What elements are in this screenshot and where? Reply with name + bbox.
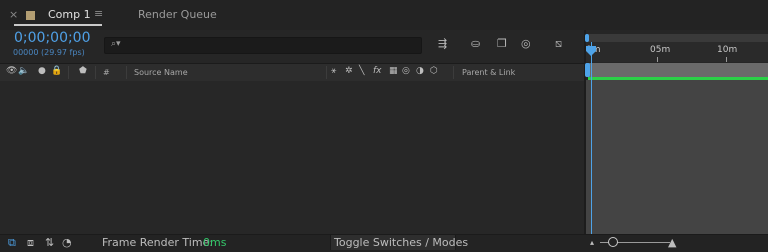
toggle-switches-modes-label: Toggle Switches / Modes <box>334 236 469 249</box>
current-time-indicator-line[interactable] <box>591 42 592 234</box>
zoom-out-icon[interactable]: ▴ <box>590 238 594 247</box>
motion-blur-icon[interactable]: ◎ <box>521 37 531 50</box>
search-icon: ⌕▾ <box>111 39 121 49</box>
quality-icon[interactable]: ╲ <box>359 66 364 76</box>
in-out-stretch-pane-icon[interactable]: ⇅ <box>45 236 54 249</box>
column-separator <box>126 66 127 79</box>
layer-number-header[interactable]: # <box>103 68 110 77</box>
frame-rate-label: 00000 (29.97 fps) <box>13 48 85 57</box>
toggle-switches-modes-button[interactable]: Toggle Switches / Modes <box>330 235 468 250</box>
frame-render-time-value: 0ms <box>203 236 227 249</box>
panel-menu-icon[interactable]: ≡ <box>94 7 103 20</box>
work-area-bar[interactable] <box>586 63 768 77</box>
video-visibility-icon[interactable]: 👁 <box>6 66 17 76</box>
source-name-header[interactable]: Source Name <box>134 68 188 77</box>
parent-link-header[interactable]: Parent & Link <box>462 68 515 77</box>
close-icon[interactable]: × <box>9 8 18 21</box>
render-time-pane-icon[interactable]: ◔ <box>62 236 72 249</box>
work-area-start-handle[interactable] <box>585 63 590 77</box>
panel-tab-bar <box>0 0 768 30</box>
layer-switches-pane-icon[interactable]: ⧉ <box>8 236 16 250</box>
layer-list[interactable] <box>0 81 584 234</box>
column-separator <box>453 66 454 79</box>
frame-blending-icon[interactable]: ❐ <box>497 37 507 50</box>
collapse-transform-icon[interactable]: ✲ <box>345 66 353 76</box>
tab-comp-1[interactable]: × Comp 1 ≡ <box>6 4 104 26</box>
tab-render-queue[interactable]: Render Queue <box>138 8 217 21</box>
lock-icon[interactable]: 🔒 <box>51 66 62 76</box>
column-separator <box>68 66 69 79</box>
shy-icon[interactable]: ⚹ <box>331 66 336 76</box>
time-ruler[interactable] <box>586 42 768 62</box>
frame-render-time-label: Frame Render Time: <box>102 236 214 249</box>
tab-comp-title: Comp 1 <box>48 8 91 21</box>
motion-blur-switch-icon[interactable]: ◎ <box>402 66 410 76</box>
comp-color-swatch <box>26 11 35 20</box>
frame-blend-switch-icon[interactable]: ▦ <box>389 66 398 76</box>
label-icon[interactable]: ⬟ <box>79 66 87 76</box>
composition-mini-flowchart-icon[interactable]: ⇶ <box>438 37 447 50</box>
time-navigator-start-handle[interactable] <box>585 34 589 42</box>
ruler-label: 10m <box>717 45 738 55</box>
current-time-display[interactable]: 0;00;00;00 <box>14 30 91 46</box>
column-separator <box>326 66 327 79</box>
ruler-label: 05m <box>650 45 671 55</box>
ruler-tick <box>726 57 727 62</box>
adjustment-layer-icon[interactable]: ◑ <box>416 66 424 76</box>
graph-editor-icon[interactable]: ⧅ <box>555 37 562 51</box>
effects-icon[interactable]: fx <box>373 66 382 76</box>
draft-3d-icon[interactable]: ⛀ <box>471 37 480 50</box>
layer-column-header: 👁 🔈 ● 🔒 ⬟ # Source Name ⚹ ✲ ╲ fx ▦ ◎ ◑ ⬡… <box>0 63 584 82</box>
column-separator <box>95 66 96 79</box>
zoom-slider-handle[interactable] <box>608 237 618 247</box>
current-time-indicator-head[interactable] <box>585 46 597 56</box>
active-tab-indicator <box>14 24 102 26</box>
layer-search-field[interactable]: ⌕▾ <box>104 37 422 54</box>
solo-icon[interactable]: ● <box>38 66 46 76</box>
3d-layer-icon[interactable]: ⬡ <box>430 66 438 76</box>
ruler-tick <box>657 57 658 62</box>
zoom-in-icon[interactable]: ▲ <box>668 236 676 249</box>
audio-icon[interactable]: 🔈 <box>18 66 29 76</box>
time-navigator-bar[interactable] <box>586 34 768 42</box>
timeline-track-area[interactable] <box>586 80 768 234</box>
transfer-controls-pane-icon[interactable]: ⧈ <box>27 236 34 250</box>
